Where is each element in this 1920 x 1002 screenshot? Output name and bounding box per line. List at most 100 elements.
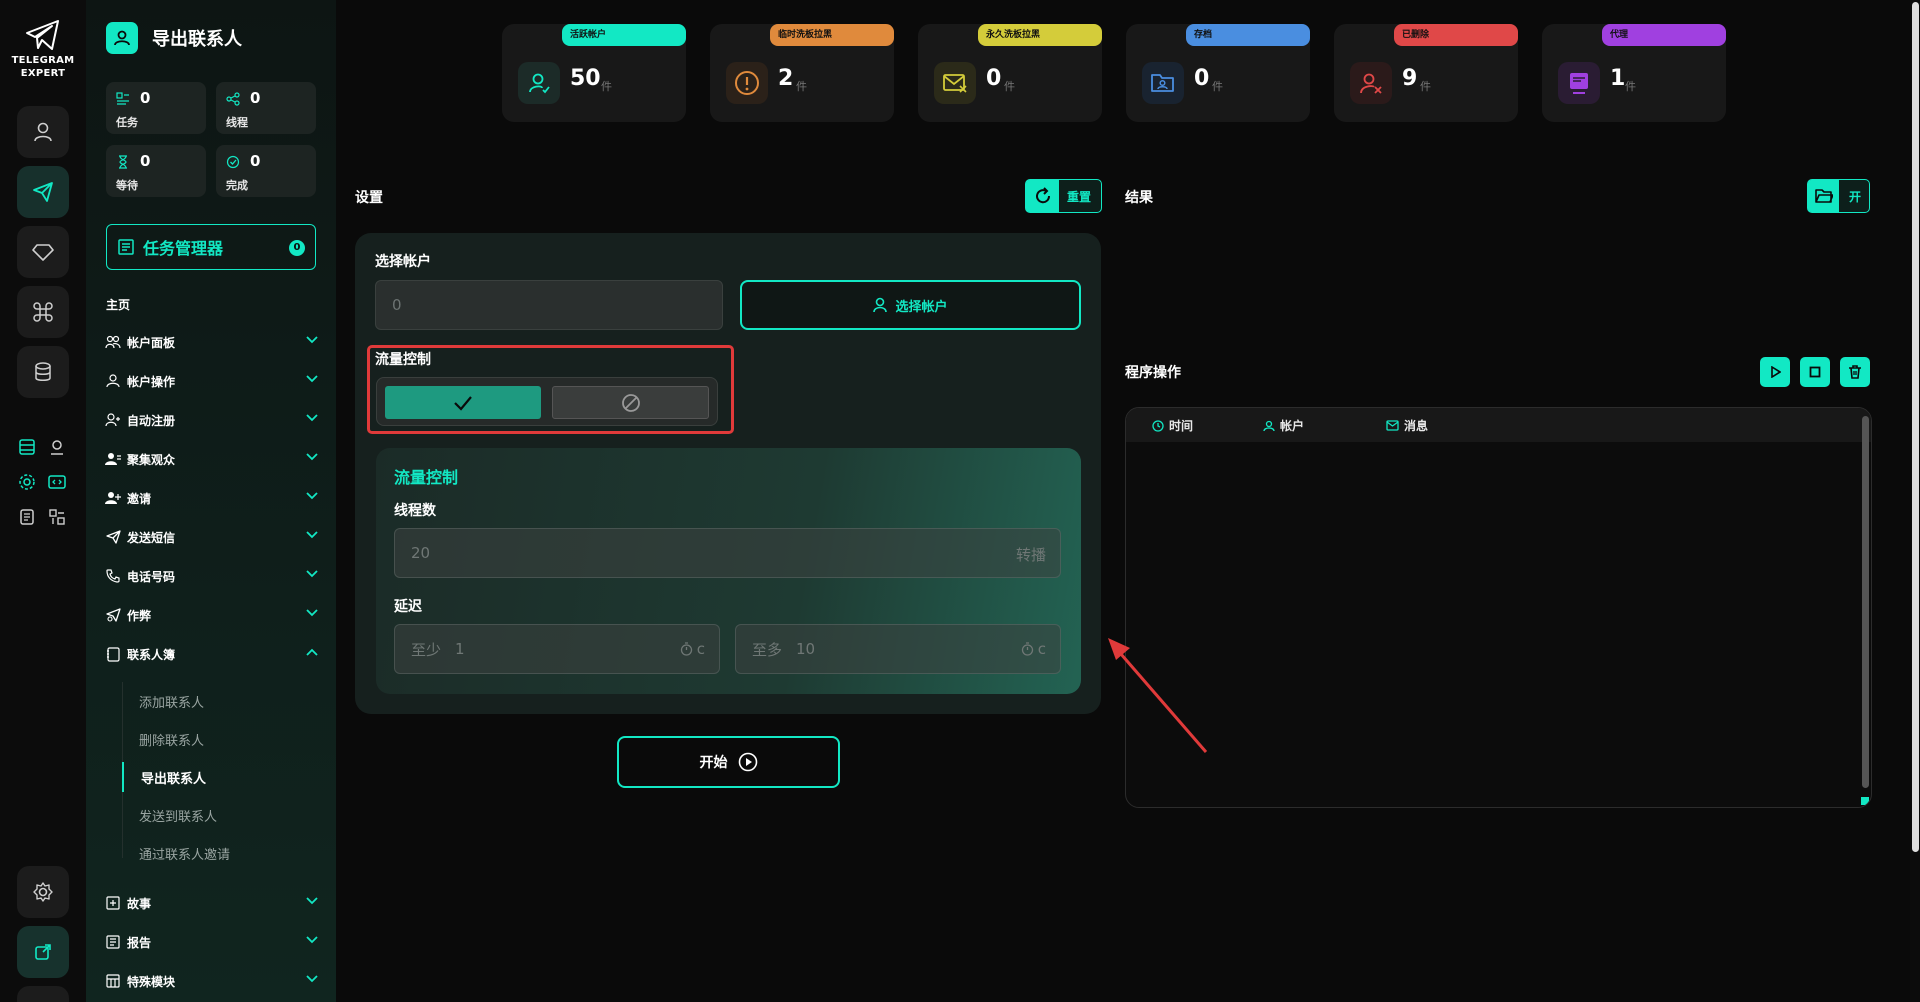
chevron-down-icon: [306, 531, 318, 539]
column-label: 消息: [1404, 419, 1429, 433]
nav-item-special-modules[interactable]: 特殊模块: [104, 969, 318, 993]
delay-unit: c: [696, 640, 705, 658]
stat-temp-banned: 临时洗板拉黑 2 件: [710, 24, 894, 122]
rail-settings-button[interactable]: [17, 866, 69, 918]
stat-value: 1: [1610, 66, 1626, 91]
warning-icon: [726, 62, 768, 104]
stat-card-done: 0 完成: [216, 145, 316, 197]
flow-control-disable-button[interactable]: [552, 386, 709, 419]
account-count-field[interactable]: 0: [375, 280, 723, 330]
log-scrollbar[interactable]: [1862, 416, 1869, 788]
rail-storage-icon[interactable]: [16, 436, 38, 458]
stat-label: 完成: [226, 179, 248, 192]
task-manager-icon: [118, 239, 134, 255]
column-account[interactable]: 帐户: [1263, 417, 1304, 434]
nav-label: 帐户面板: [127, 335, 176, 350]
log-table-header: 时间 帐户 消息: [1126, 408, 1871, 442]
user-icon: [34, 122, 52, 142]
nav-item-invite[interactable]: 邀请: [104, 486, 318, 510]
nav-item-gather-audience[interactable]: 聚集观众: [104, 447, 318, 471]
column-time[interactable]: 时间: [1152, 417, 1193, 434]
page-scrollbar[interactable]: [1910, 0, 1920, 1002]
operations-log-table[interactable]: 时间 帐户 消息: [1125, 407, 1872, 808]
nav-label: 电话号码: [127, 569, 176, 584]
nav-item-contacts-book[interactable]: 联系人簿: [104, 642, 318, 666]
delay-max-input[interactable]: 至多 10 c: [735, 624, 1061, 674]
open-folder-button[interactable]: 开: [1807, 179, 1870, 213]
rail-database-button[interactable]: [17, 346, 69, 398]
stat-proxy: 代理 1 件: [1542, 24, 1726, 122]
play-circle-icon: [738, 752, 757, 772]
active-user-icon: [518, 62, 560, 104]
rail-more-button[interactable]: [17, 986, 69, 1002]
rail-code-icon[interactable]: [46, 471, 68, 493]
trash-icon: [1849, 365, 1861, 379]
column-message[interactable]: 消息: [1386, 417, 1428, 434]
nav-item-phone-numbers[interactable]: 电话号码: [104, 564, 318, 588]
stat-unit: 件: [1212, 80, 1223, 93]
send-icon: [33, 182, 53, 202]
modules-icon: [106, 974, 120, 988]
sub-item-export-contacts[interactable]: 导出联系人: [122, 762, 318, 792]
chevron-down-icon: [306, 897, 318, 905]
start-button[interactable]: 开始: [617, 736, 840, 788]
resize-handle[interactable]: [1861, 797, 1869, 805]
stat-value: 50: [570, 66, 601, 91]
rail-modules-icon[interactable]: [46, 506, 68, 528]
nav-item-stories[interactable]: 故事: [104, 891, 318, 915]
results-title: 结果: [1125, 190, 1153, 206]
sub-item-add-contacts[interactable]: 添加联系人: [122, 686, 318, 716]
rail-commands-button[interactable]: [17, 286, 69, 338]
stop-button[interactable]: [1800, 357, 1830, 387]
rail-location-icon[interactable]: [46, 436, 68, 458]
rail-settings-gear-icon[interactable]: [16, 471, 38, 493]
open-label: 开: [1849, 189, 1862, 204]
stat-unit: 件: [1420, 80, 1431, 93]
flow-control-enable-button[interactable]: [385, 386, 541, 419]
nav-item-auto-register[interactable]: 自动注册: [104, 408, 318, 432]
user-icon: [106, 374, 120, 388]
stat-value: 0: [986, 66, 1002, 91]
sub-item-send-to-contacts[interactable]: 发送到联系人: [122, 800, 318, 830]
rail-notes-icon[interactable]: [16, 506, 38, 528]
chevron-down-icon: [306, 936, 318, 944]
rail-premium-button[interactable]: [17, 226, 69, 278]
hourglass-icon: [119, 155, 127, 169]
clock-icon: [1152, 419, 1164, 432]
page-title: 导出联系人: [152, 29, 242, 50]
nav-item-cheat[interactable]: 作弊: [104, 603, 318, 627]
delay-min-input[interactable]: 至少 1 c: [394, 624, 720, 674]
reset-label: 重置: [1067, 189, 1092, 204]
nav-item-reports[interactable]: 报告: [104, 930, 318, 954]
brand-line2: EXPERT: [20, 68, 66, 79]
rail-accounts-button[interactable]: [17, 106, 69, 158]
rail-telegram-button[interactable]: [17, 166, 69, 218]
nav-item-account-ops[interactable]: 帐户操作: [104, 369, 318, 393]
nav-item-account-panel[interactable]: 帐户面板: [104, 330, 318, 354]
stat-unit: 件: [601, 80, 612, 93]
rail-external-link-button[interactable]: [17, 926, 69, 978]
section-label: 主页: [106, 298, 131, 312]
external-link-icon: [35, 944, 51, 960]
stat-value: 0: [250, 152, 261, 170]
task-manager-button[interactable]: 任务管理器 0: [106, 224, 316, 270]
stat-tag: 永久洗板拉黑: [978, 24, 1102, 46]
stat-tag: 代理: [1602, 24, 1726, 46]
page-scrollbar-thumb[interactable]: [1912, 2, 1919, 852]
threads-input[interactable]: 20 转播: [394, 528, 1061, 578]
user-icon: [1263, 420, 1275, 431]
chevron-down-icon: [306, 975, 318, 983]
clear-button[interactable]: [1840, 357, 1870, 387]
select-account-button[interactable]: 选择帐户: [740, 280, 1081, 330]
sub-item-delete-contacts[interactable]: 删除联系人: [122, 724, 318, 754]
diamond-icon: [32, 244, 54, 261]
settings-title: 设置: [355, 190, 383, 206]
play-button[interactable]: [1760, 357, 1790, 387]
nav-item-send-sms[interactable]: 发送短信: [104, 525, 318, 549]
column-label: 帐户: [1280, 419, 1305, 433]
stat-deleted: 已删除 9 件: [1334, 24, 1518, 122]
sub-item-invite-via-contacts[interactable]: 通过联系人邀请: [122, 838, 318, 868]
users-icon: [105, 335, 121, 349]
reset-button[interactable]: 重置: [1025, 179, 1102, 213]
delay-min-value: 1: [455, 640, 465, 658]
